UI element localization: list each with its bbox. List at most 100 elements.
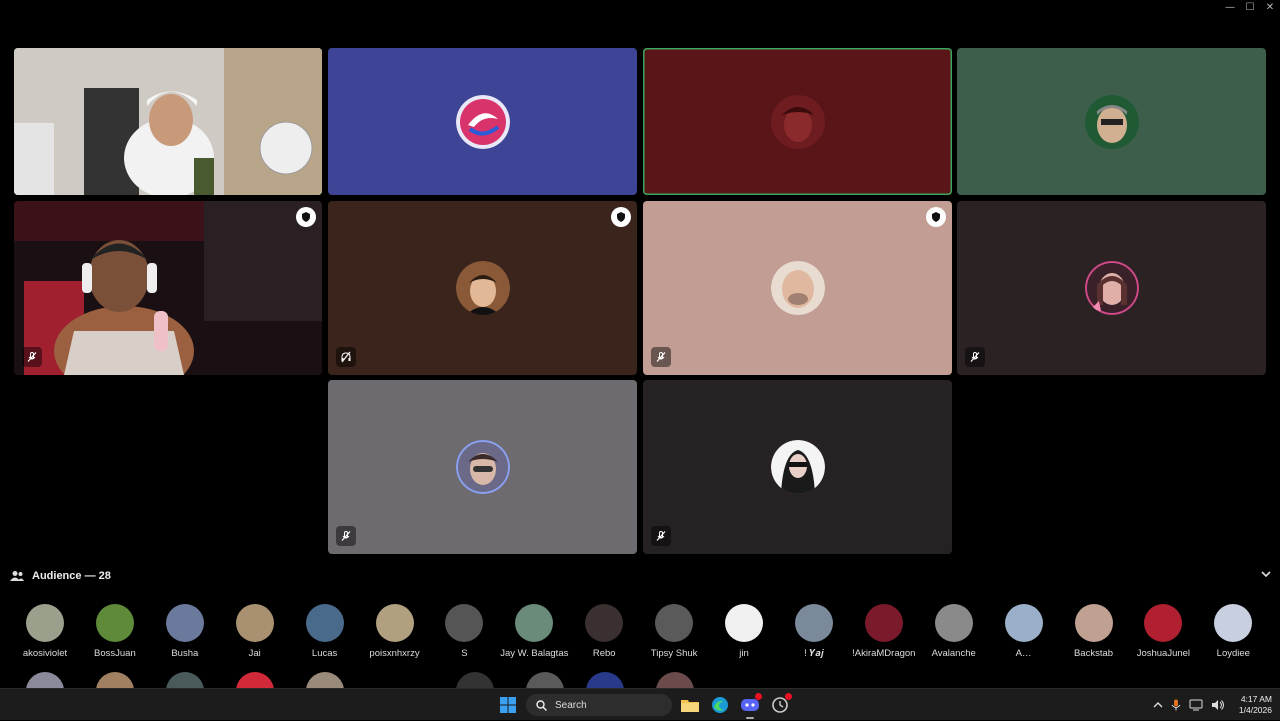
avatar [455, 94, 510, 149]
speaker-tile[interactable] [643, 201, 952, 375]
stage-speaker-grid [14, 48, 1266, 554]
avatar [375, 604, 414, 642]
camera-feed-image [14, 201, 322, 375]
avatar[interactable] [306, 672, 344, 688]
audience-title: Audience — 28 [32, 570, 111, 582]
taskbar-clock[interactable]: 4:17 AM 1/4/2026 [1239, 694, 1272, 716]
audience-people-icon [10, 571, 24, 581]
maximize-button[interactable]: ☐ [1240, 0, 1260, 16]
speaker-tile[interactable] [328, 48, 637, 195]
active-app-indicator [746, 717, 754, 719]
audience-member-list-overflow [10, 672, 1270, 688]
audience-member-name: Loydiee [1216, 648, 1250, 659]
audience-member-name: Avalanche [931, 648, 976, 659]
chevron-down-icon[interactable] [1260, 568, 1272, 580]
speaker-tile[interactable] [328, 380, 637, 554]
audience-member-name: BossJuan [94, 648, 136, 659]
speaker-tile[interactable] [328, 201, 637, 375]
speaker-tile[interactable] [957, 201, 1266, 375]
moderator-shield-icon [296, 207, 316, 227]
avatar [1004, 604, 1043, 642]
windows-start-icon[interactable] [496, 693, 520, 717]
audience-member[interactable]: S [429, 604, 499, 659]
audience-member[interactable]: Busha [150, 604, 220, 659]
audience-member[interactable]: poisxnhxrzy [360, 604, 430, 659]
audience-member[interactable]: Jai [220, 604, 290, 659]
audience-member[interactable]: Jay W. Balagtas [499, 604, 569, 659]
audience-member[interactable]: !AkiraMDragon [849, 604, 919, 659]
avatar[interactable] [456, 672, 494, 688]
edge-browser-icon[interactable] [708, 693, 732, 717]
avatar [725, 604, 763, 642]
audience-member-name: ! 𝒀𝒂𝒋 [804, 648, 824, 659]
search-icon [536, 699, 547, 711]
audience-member[interactable]: Rebo [569, 604, 639, 659]
audience-member[interactable]: jin [709, 604, 779, 659]
muted-mic-icon [651, 347, 671, 367]
notification-badge [755, 693, 762, 700]
audience-member[interactable]: akosiviolet [10, 604, 80, 659]
audience-member[interactable]: Tipsy Shuk [639, 604, 709, 659]
audience-member-name: Busha [171, 648, 199, 659]
avatar[interactable] [26, 672, 64, 688]
minimize-button[interactable]: — [1220, 0, 1240, 16]
avatar[interactable] [96, 672, 134, 688]
speaker-tile[interactable] [957, 48, 1266, 195]
audience-member[interactable]: Lucas [290, 604, 360, 659]
speaker-tile[interactable] [643, 380, 952, 554]
avatar [655, 604, 694, 642]
avatar [305, 604, 344, 642]
avatar [515, 604, 554, 642]
avatar [770, 261, 825, 315]
avatar [1084, 261, 1139, 315]
avatar[interactable] [236, 672, 274, 688]
avatar [770, 440, 825, 494]
audience-member[interactable]: ! 𝒀𝒂𝒋 [779, 604, 849, 659]
close-button[interactable]: ✕ [1260, 0, 1280, 16]
avatar [770, 94, 825, 149]
audience-member[interactable]: Loydiee [1198, 604, 1268, 659]
speaker-tile-camera[interactable] [14, 201, 322, 375]
network-icon[interactable] [1189, 699, 1203, 711]
audience-member-name: jin [739, 648, 749, 659]
volume-icon[interactable] [1211, 699, 1225, 711]
speaker-tile[interactable] [643, 48, 952, 195]
audience-member[interactable]: JoshuaJunel [1128, 604, 1198, 659]
avatar[interactable] [166, 672, 204, 688]
discord-taskbar-icon[interactable] [738, 693, 762, 719]
avatar [1144, 604, 1183, 642]
avatar[interactable] [656, 672, 694, 688]
camera-feed-image [14, 48, 322, 195]
avatar [934, 604, 973, 642]
audience-member-name: Backstab [1073, 648, 1114, 659]
avatar [455, 261, 510, 315]
audience-member-name: A… [1015, 648, 1032, 659]
system-tray: 4:17 AM 1/4/2026 [1153, 689, 1272, 721]
audience-member[interactable]: Avalanche [919, 604, 989, 659]
window-controls: — ☐ ✕ [1220, 0, 1280, 16]
app-icon[interactable] [768, 693, 792, 717]
chevron-up-icon[interactable] [1153, 700, 1163, 710]
muted-mic-icon [22, 347, 42, 367]
moderator-shield-icon [611, 207, 631, 227]
avatar[interactable] [526, 672, 564, 688]
avatar [1214, 604, 1253, 642]
audience-member[interactable]: A… [989, 604, 1059, 659]
taskbar-search-input[interactable]: Search [526, 694, 672, 716]
speaker-tile-camera[interactable] [14, 48, 322, 195]
audience-member-name: Tipsy Shuk [650, 648, 698, 659]
audience-member[interactable]: BossJuan [80, 604, 150, 659]
avatar [235, 604, 274, 642]
muted-mic-icon [965, 347, 985, 367]
audience-section-header[interactable]: Audience — 28 [10, 566, 1272, 586]
file-explorer-icon[interactable] [678, 693, 702, 717]
audience-member[interactable]: Backstab [1059, 604, 1129, 659]
audience-member-list: akosiviolet BossJuan Busha Jai Lucas poisxnhx… [10, 604, 1270, 664]
clock-date: 1/4/2026 [1238, 705, 1272, 715]
clock-time: 4:17 AM [1240, 694, 1272, 704]
microphone-icon[interactable] [1171, 699, 1181, 711]
avatar [445, 604, 484, 642]
avatar[interactable] [586, 672, 624, 688]
audience-member-name: Jay W. Balagtas [500, 648, 569, 659]
deafened-headphones-icon [336, 347, 356, 367]
